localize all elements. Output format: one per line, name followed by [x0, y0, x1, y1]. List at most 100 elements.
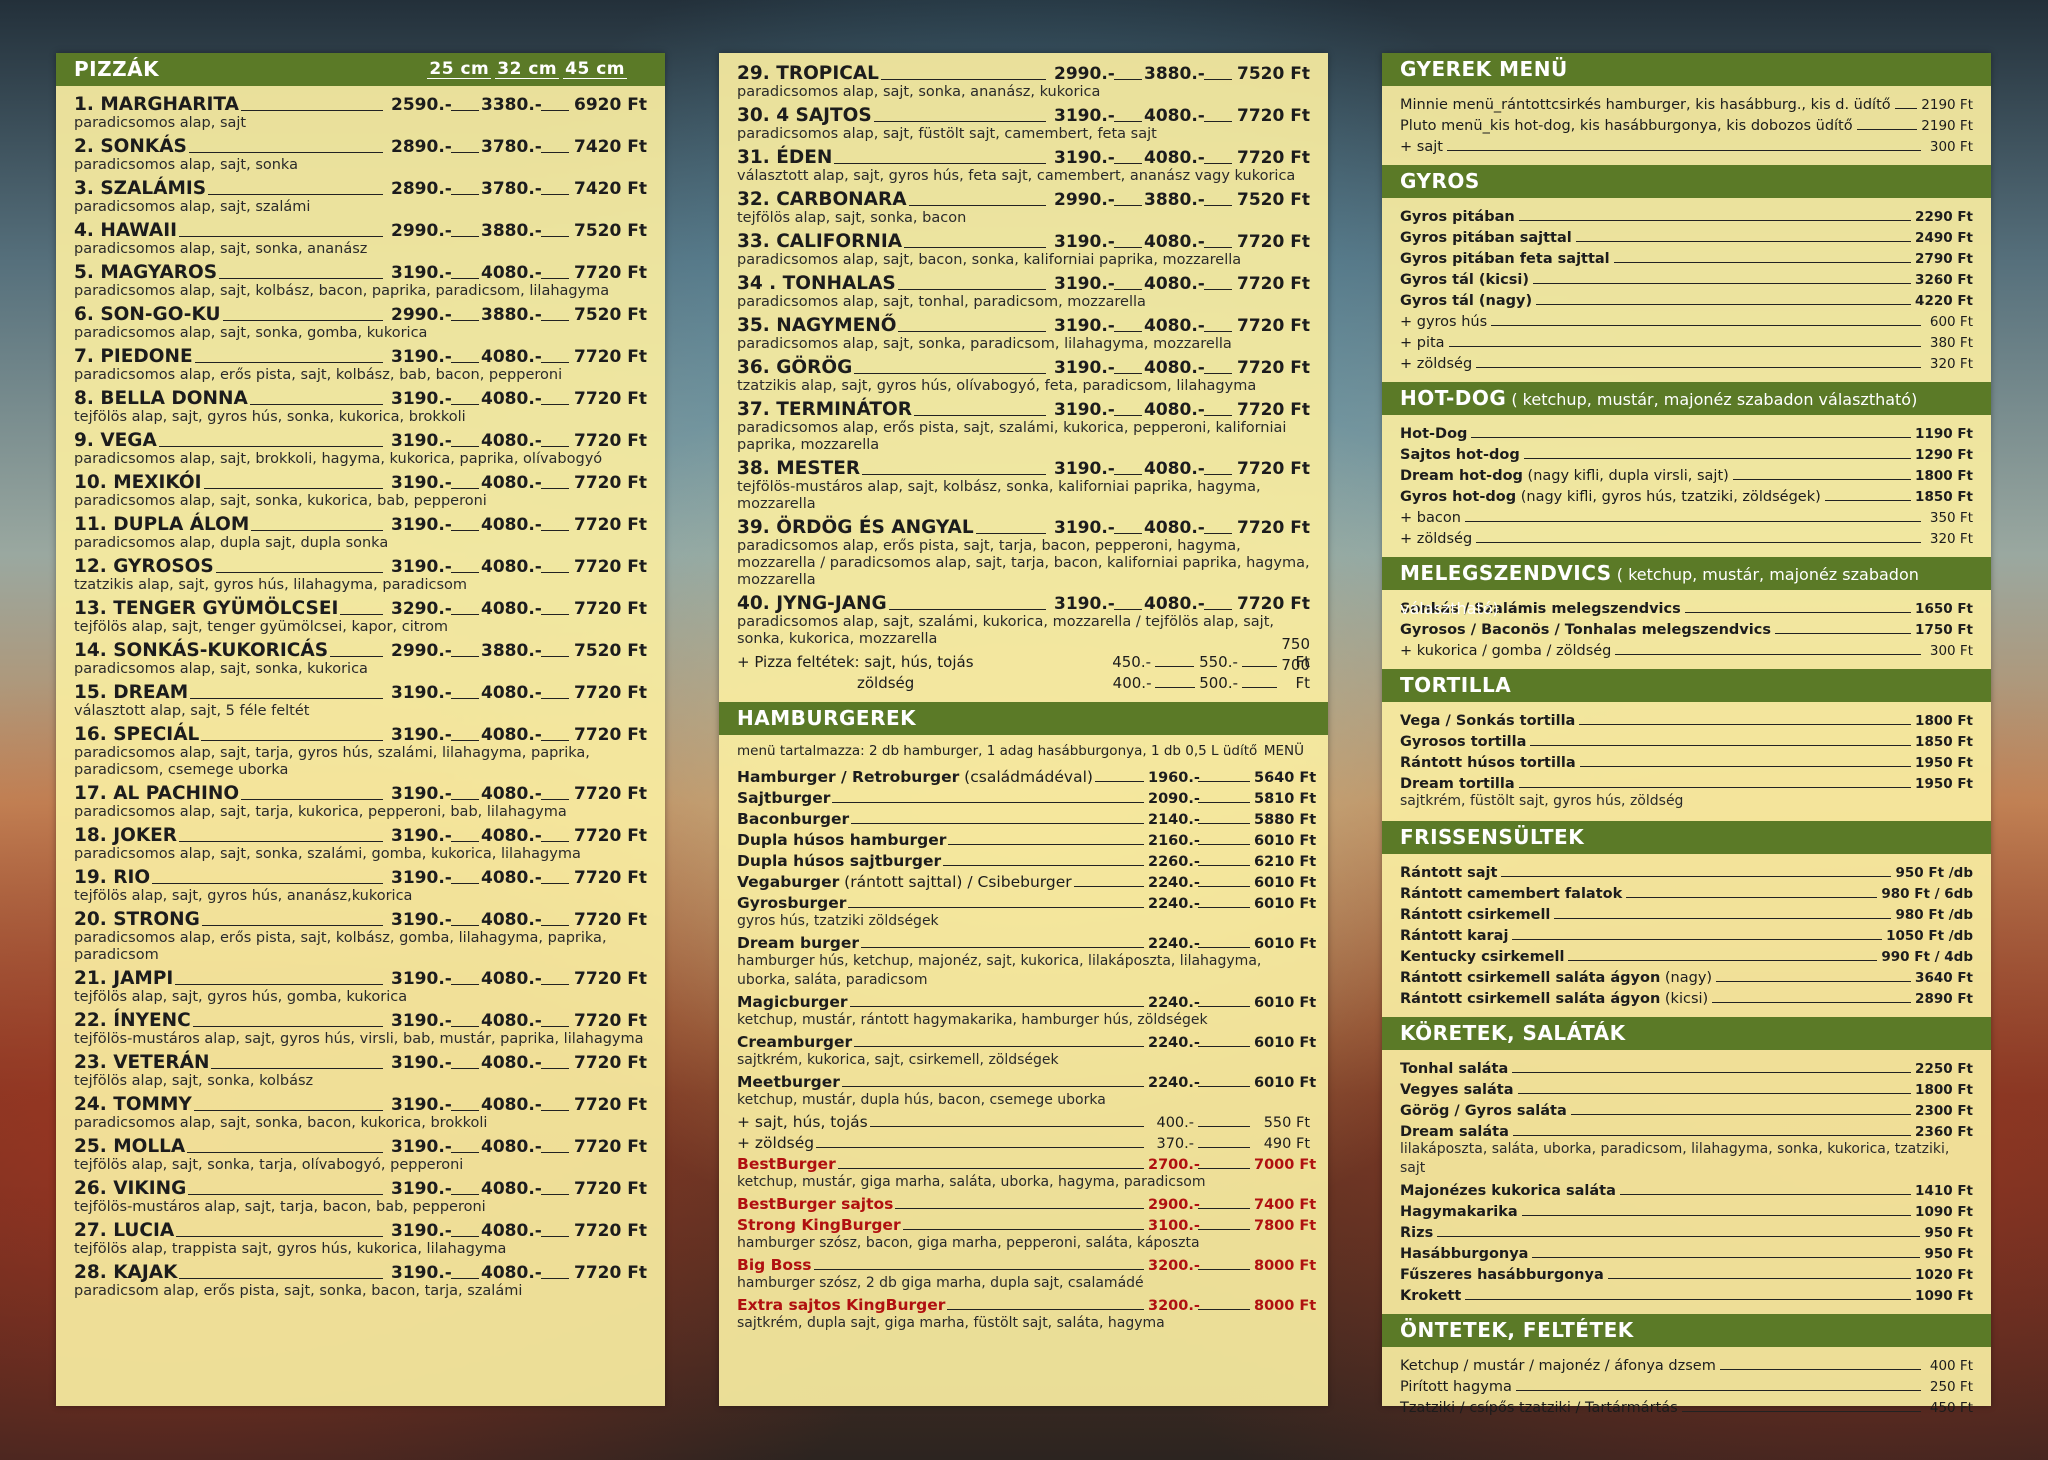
price-25cm: 2890.-	[391, 137, 452, 157]
dotted-leader	[1512, 939, 1883, 940]
price-25cm: 3290.-	[391, 599, 452, 619]
price-32cm: 4080.-	[1144, 148, 1205, 168]
burger-title: Extra sajtos KingBurger	[737, 1296, 946, 1314]
pizza-line: 39. ÖRDÖG ÉS ANGYAL 3190.- 4080.- 7720 Ft	[737, 515, 1310, 538]
dotted-leader	[1476, 542, 1921, 543]
gyerek-row: Pluto menü_kis hot-dog, kis hasábburgony…	[1382, 113, 1991, 134]
price-32cm: 4080.-	[481, 1011, 542, 1031]
dotted-leader	[215, 572, 383, 573]
item-title: Minnie menü	[1400, 97, 1494, 113]
hamburger-row: Sajtburger 2090.- 5810 Ft	[719, 786, 1328, 807]
pizza-line: 38. MESTER 3190.- 4080.- 7720 Ft	[737, 456, 1310, 479]
gyerek-header: GYEREK MENÜ	[1382, 53, 1991, 86]
dotted-leader	[211, 1068, 383, 1069]
dotted-leader	[1568, 960, 1878, 961]
pizza-prices: 3190.- 4080.- 7720 Ft	[1054, 232, 1310, 252]
burger-price: 2240.-	[1148, 896, 1200, 912]
price-45cm: 7720 Ft	[574, 515, 647, 535]
dotted-leader	[1532, 283, 1912, 284]
pizza-name: 31. ÉDEN	[737, 147, 833, 168]
pizza-item: 10. MEXIKÓI 3190.- 4080.- 7720 Ft paradicsom…	[74, 470, 647, 512]
tortilla-item-name: Vega / Sonkás tortilla	[1400, 713, 1575, 729]
item-title: Rizs	[1400, 1225, 1434, 1241]
pizza-line: 27. LUCIA 3190.- 4080.- 7720 Ft	[74, 1218, 647, 1241]
menu-price: 8000 Ft	[1254, 1298, 1317, 1314]
price-gap	[1198, 802, 1250, 803]
pizza-prices: 3190.- 4080.- 7720 Ft	[1054, 459, 1310, 479]
ontetek-list: Ketchup / mustár / majonéz / áfonya dzse…	[1382, 1347, 1991, 1420]
burger-name: BestBurger	[737, 1155, 836, 1173]
burger-name: Hamburger / Retroburger (családmádéval)	[737, 768, 1093, 786]
dotted-leader	[902, 1229, 1144, 1230]
pizza-prices: 3190.- 4080.- 7720 Ft	[391, 263, 647, 283]
pizza-prices: 3190.- 4080.- 7720 Ft	[391, 431, 647, 451]
item-title: Gyros tál (kicsi)	[1400, 272, 1529, 288]
price-45cm: 7720 Ft	[1237, 358, 1310, 378]
pizza-line: 9. VEGA 3190.- 4080.- 7720 Ft	[74, 428, 647, 451]
pizza-description: paradicsomos alap, erős pista, sajt, tar…	[737, 538, 1310, 588]
dotted-leader	[837, 1168, 1144, 1169]
topping-row: + Pizza feltétek: sajt, hús, tojás 450.- 5…	[737, 635, 1310, 671]
price-25cm: 2890.-	[391, 179, 452, 199]
pizza-name: 9. VEGA	[74, 430, 157, 451]
friss-row: Rántott camembert falatok 980 Ft / 6db	[1382, 881, 1991, 902]
dotted-leader	[1579, 724, 1912, 725]
pizza-name: 2. SONKÁS	[74, 136, 187, 157]
gyros-price: 2790 Ft	[1915, 251, 1973, 267]
price-32cm: 4080.-	[1144, 274, 1205, 294]
tortilla-row: Dream tortilla 1950 Ft	[1382, 771, 1991, 792]
price-45cm: 7520 Ft	[1237, 190, 1310, 210]
pizza-line: 3. SZALÁMIS 2890.- 3780.- 7420 Ft	[74, 176, 647, 199]
pizza-description: paradicsom alap, erős pista, sajt, sonka…	[74, 1283, 523, 1299]
price-25cm: 3190.-	[1054, 316, 1115, 336]
item-title: Krokett	[1400, 1288, 1462, 1304]
price-gap	[1204, 474, 1232, 475]
hamburger-header: HAMBURGEREK	[719, 702, 1328, 735]
dotted-leader	[1512, 1072, 1912, 1073]
pizza-prices: 3190.- 4080.- 7720 Ft	[391, 969, 647, 989]
price-gap	[541, 488, 569, 489]
pizza-name: 1. MARGHARITA	[74, 94, 239, 115]
pizza-prices: 3190.- 4080.- 7720 Ft	[391, 1263, 647, 1283]
price-gap	[451, 152, 479, 153]
pizza-name: 8. BELLA DONNA	[74, 388, 248, 409]
price-25cm: 3190.-	[391, 910, 452, 930]
dotted-leader	[880, 79, 1046, 80]
pizza-item: 1. MARGHARITA 2590.- 3380.- 6920 Ft paradics…	[74, 92, 647, 134]
price-gap	[1204, 121, 1232, 122]
price-45cm: 7720 Ft	[574, 347, 647, 367]
price-25cm: 3190.-	[391, 263, 452, 283]
dotted-leader	[340, 614, 383, 615]
pizza-item: 39. ÖRDÖG ÉS ANGYAL 3190.- 4080.- 7720 Ft pa…	[737, 515, 1310, 591]
addon-price: 400.-	[1156, 1115, 1194, 1131]
price-gap	[1204, 533, 1232, 534]
pizza-prices: 3190.- 4080.- 7720 Ft	[391, 826, 647, 846]
dotted-leader	[816, 1147, 1144, 1148]
pizza-description: paradicsomos alap, sajt, szalámi, kukori…	[737, 614, 1274, 647]
price-45cm: 6920 Ft	[574, 95, 647, 115]
pizza-description: tejfölös alap, sajt, gyros hús, gomba, k…	[74, 989, 408, 1005]
item-title: Dream hot-dog	[1400, 468, 1523, 484]
addon-name: + sajt, hús, tojás	[737, 1113, 868, 1131]
pizza-name: 33. CALIFORNIA	[737, 231, 903, 252]
pizza-item: 13. TENGER GYÜMÖLCSEI 3290.- 4080.- 7720 Ft…	[74, 596, 647, 638]
pizza-item: 9. VEGA 3190.- 4080.- 7720 Ft paradicsomos a…	[74, 428, 647, 470]
price-gap	[1198, 947, 1250, 948]
koretek-item-name: Fűszeres hasábburgonya	[1400, 1267, 1604, 1283]
price-32cm: 4080.-	[1144, 358, 1205, 378]
pizza-description: tejfölös alap, sajt, gyros hús, ananász,…	[74, 888, 413, 904]
price-gap	[451, 1194, 479, 1195]
price-gap	[451, 1236, 479, 1237]
ontetek-title: ÖNTETEK, FELTÉTEK	[1400, 1318, 1634, 1342]
price-45cm: 7720 Ft	[574, 389, 647, 409]
price-32cm: 4080.-	[481, 969, 542, 989]
price-gap	[451, 110, 479, 111]
price-45cm: 7720 Ft	[574, 1053, 647, 1073]
pizza-line: 6. SON-GO-KU 2990.- 3880.- 7520 Ft	[74, 302, 647, 325]
burger-title: BestBurger	[737, 1155, 836, 1173]
pizza-item: 2. SONKÁS 2890.- 3780.- 7420 Ft paradicsomos…	[74, 134, 647, 176]
item-title: Tonhal saláta	[1400, 1061, 1509, 1077]
friss-row: Kentucky csirkemell 990 Ft / 4db	[1382, 944, 1991, 965]
dotted-leader	[192, 1026, 383, 1027]
pizza-description: tejfölös alap, sajt, gyros hús, sonka, k…	[74, 409, 466, 425]
